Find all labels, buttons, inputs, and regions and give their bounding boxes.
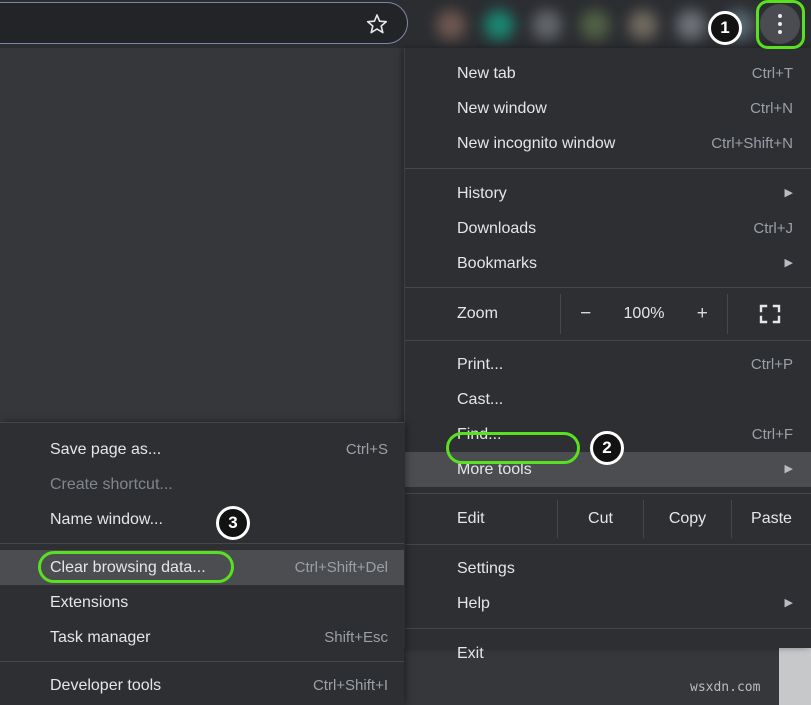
zoom-in-button[interactable]: + [691, 303, 714, 325]
extension-icon-1[interactable] [436, 10, 466, 40]
menu-item-label: Settings [457, 559, 515, 577]
chevron-right-icon: ▶ [784, 463, 793, 475]
menu-separator [405, 544, 811, 545]
submenu-item-label: Create shortcut... [50, 475, 173, 493]
menu-item-label: Bookmarks [457, 254, 538, 272]
watermark: wsxdn.com [690, 680, 761, 695]
menu-item-accelerator: Ctrl+J [753, 220, 793, 237]
extension-icon-2[interactable] [484, 10, 514, 40]
menu-item-label: Cast... [457, 390, 504, 408]
zoom-out-button[interactable]: − [574, 303, 597, 325]
submenu-item-label: Save page as... [50, 440, 162, 458]
zoom-label: Zoom [457, 305, 498, 322]
submenu-item-label: Clear browsing data... [50, 558, 206, 576]
submenu-item-label: Name window... [50, 510, 163, 528]
menu-item-new-tab[interactable]: New tab Ctrl+T [405, 56, 811, 91]
menu-edit-row: Edit Cut Copy Paste [405, 500, 811, 538]
submenu-item-accelerator: Ctrl+S [345, 441, 388, 458]
extension-icon-4[interactable] [580, 10, 610, 40]
menu-item-accelerator: Ctrl+F [751, 426, 793, 443]
chevron-right-icon: ▶ [784, 187, 793, 199]
submenu-item-clear-browsing-data[interactable]: Clear browsing data... Ctrl+Shift+Del [0, 550, 404, 585]
submenu-item-task-manager[interactable]: Task manager Shift+Esc [0, 620, 404, 655]
annotation-badge-1: 1 [708, 11, 742, 45]
menu-item-label: Print... [457, 355, 504, 373]
copy-button[interactable]: Copy [643, 500, 731, 538]
menu-item-label: More tools [457, 460, 532, 478]
menu-separator [405, 287, 811, 288]
highlight-menu-button [756, 0, 805, 49]
menu-separator [405, 168, 811, 169]
annotation-badge-3: 3 [216, 506, 250, 540]
menu-item-label: New window [457, 99, 547, 117]
submenu-item-accelerator: Shift+Esc [324, 629, 388, 646]
submenu-item-label: Extensions [50, 593, 129, 611]
cut-button[interactable]: Cut [557, 500, 643, 538]
zoom-controls: − 100% + [560, 294, 728, 334]
submenu-item-accelerator: Ctrl+Shift+Del [294, 559, 388, 576]
menu-item-label: Exit [457, 644, 484, 662]
submenu-separator [0, 543, 404, 544]
menu-item-cast[interactable]: Cast... [405, 382, 811, 417]
extension-icon-3[interactable] [532, 10, 562, 40]
menu-item-label: History [457, 184, 507, 202]
bookmark-star-icon[interactable] [365, 12, 389, 36]
paste-button[interactable]: Paste [731, 500, 811, 538]
menu-item-exit[interactable]: Exit [405, 636, 811, 671]
menu-item-label: Downloads [457, 219, 537, 237]
menu-separator [405, 628, 811, 629]
menu-item-accelerator: Ctrl+N [750, 100, 793, 117]
more-tools-submenu: Save page as... Ctrl+S Create shortcut..… [0, 422, 404, 705]
submenu-item-accelerator: Ctrl+Shift+I [312, 677, 388, 694]
menu-item-label: New tab [457, 64, 516, 82]
chevron-right-icon: ▶ [784, 597, 793, 609]
menu-zoom-row: Zoom − 100% + [405, 294, 811, 334]
menu-item-settings[interactable]: Settings [405, 551, 811, 586]
submenu-item-label: Task manager [50, 628, 151, 646]
fullscreen-icon [759, 304, 780, 324]
extension-icon-6[interactable] [676, 10, 706, 40]
submenu-separator [0, 661, 404, 662]
annotation-badge-2: 2 [590, 431, 624, 465]
zoom-level-value: 100% [623, 305, 665, 322]
menu-separator [405, 340, 811, 341]
menu-item-label: Help [457, 594, 490, 612]
menu-item-new-window[interactable]: New window Ctrl+N [405, 91, 811, 126]
menu-item-label: Find... [457, 425, 502, 443]
menu-item-accelerator: Ctrl+Shift+N [711, 135, 793, 152]
menu-item-help[interactable]: Help ▶ [405, 586, 811, 621]
menu-item-new-incognito-window[interactable]: New incognito window Ctrl+Shift+N [405, 126, 811, 161]
menu-item-downloads[interactable]: Downloads Ctrl+J [405, 211, 811, 246]
chrome-main-menu: New tab Ctrl+T New window Ctrl+N New inc… [404, 48, 811, 662]
submenu-item-label: Developer tools [50, 676, 162, 694]
submenu-item-create-shortcut: Create shortcut... [0, 467, 404, 502]
menu-item-print[interactable]: Print... Ctrl+P [405, 347, 811, 382]
menu-item-accelerator: Ctrl+T [751, 65, 793, 82]
extension-icon-5[interactable] [628, 10, 658, 40]
menu-item-label: New incognito window [457, 134, 616, 152]
submenu-item-name-window[interactable]: Name window... [0, 502, 404, 537]
submenu-item-developer-tools[interactable]: Developer tools Ctrl+Shift+I [0, 668, 404, 703]
submenu-item-save-page-as[interactable]: Save page as... Ctrl+S [0, 432, 404, 467]
submenu-item-extensions[interactable]: Extensions [0, 585, 404, 620]
chevron-right-icon: ▶ [784, 257, 793, 269]
screenshot-root: wsxdn.com New tab Ctrl+T New window Ctrl… [0, 0, 811, 705]
menu-item-history[interactable]: History ▶ [405, 176, 811, 211]
address-bar[interactable] [0, 2, 408, 44]
menu-separator [405, 493, 811, 494]
fullscreen-button[interactable] [728, 294, 811, 334]
browser-toolbar [0, 0, 811, 48]
menu-item-accelerator: Ctrl+P [750, 356, 793, 373]
edit-label: Edit [457, 510, 485, 527]
menu-item-bookmarks[interactable]: Bookmarks ▶ [405, 246, 811, 281]
